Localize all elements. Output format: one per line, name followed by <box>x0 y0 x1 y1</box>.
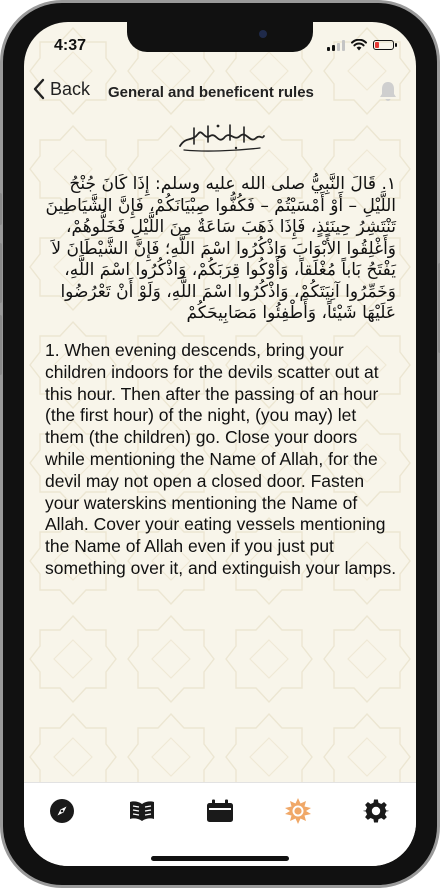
hadith-arabic-text: ١. قَالَ النَّبِيُّ صلى الله عليه وسلم: … <box>45 174 396 323</box>
tab-calendar[interactable] <box>204 795 236 827</box>
settings-gear-icon <box>363 799 389 823</box>
phone-volume-down-button <box>0 315 2 375</box>
bell-icon[interactable] <box>378 80 398 102</box>
tab-sun-star[interactable] <box>282 795 314 827</box>
phone-side-button <box>0 193 2 225</box>
book-icon <box>130 801 154 821</box>
front-camera <box>259 30 267 38</box>
phone-volume-up-button <box>0 243 2 303</box>
status-icons <box>327 39 397 51</box>
status-time: 4:37 <box>54 37 87 54</box>
sun-star-icon <box>285 798 311 824</box>
battery-level-fill <box>375 42 379 48</box>
calendar-icon <box>207 799 233 822</box>
compass-icon <box>50 799 74 823</box>
page-title: General and beneficent rules <box>108 84 314 101</box>
hadith-english-translation: 1. When evening descends, bring your chi… <box>45 340 397 578</box>
back-label: Back <box>50 78 91 99</box>
tab-compass[interactable] <box>46 795 78 827</box>
home-indicator[interactable] <box>151 856 289 861</box>
screen: 4:37 Back General and beneficent rules ١… <box>24 22 416 866</box>
notch <box>127 22 313 52</box>
wifi-icon <box>351 39 367 51</box>
navigation-bar: Back General and beneficent rules <box>24 72 416 112</box>
tab-settings[interactable] <box>360 795 392 827</box>
bismillah-calligraphy <box>179 124 265 152</box>
tab-bar <box>24 782 416 866</box>
battery-icon <box>373 40 397 50</box>
tab-book[interactable] <box>126 795 158 827</box>
cellular-signal-icon <box>327 39 345 51</box>
chevron-left-icon <box>33 78 45 100</box>
back-button[interactable]: Back <box>32 78 90 100</box>
